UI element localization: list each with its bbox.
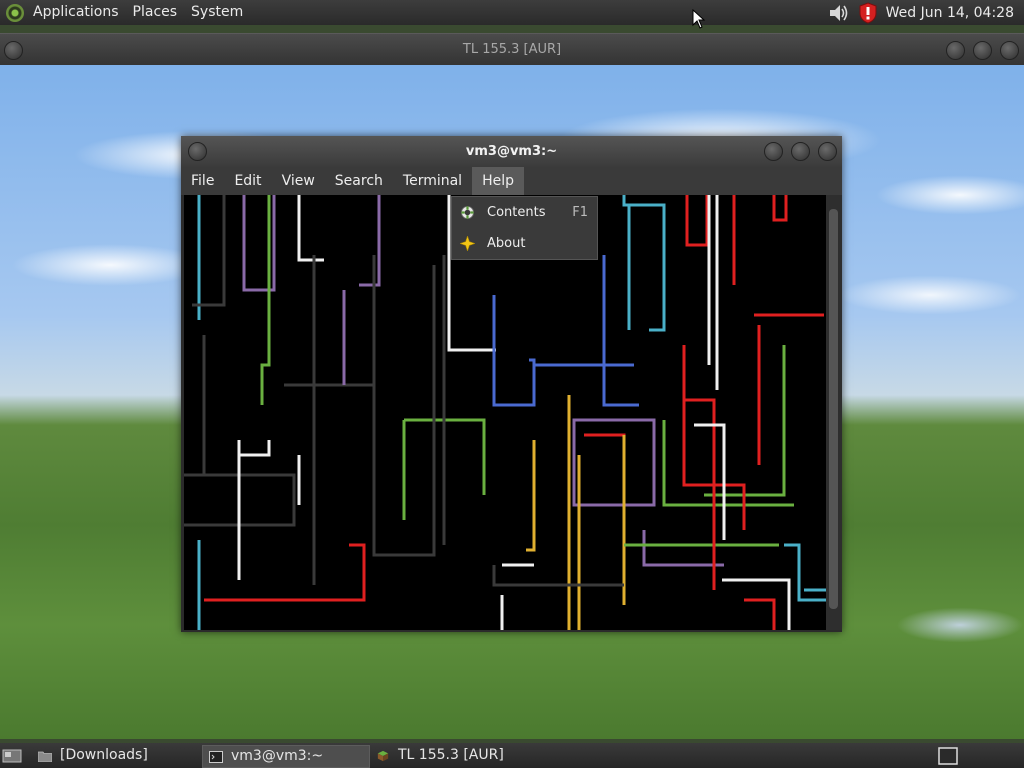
clock[interactable]: Wed Jun 14, 04:28 [878,5,1024,21]
pipe-segment [722,578,791,630]
top-panel: Applications Places System Wed Jun 14, 0… [0,0,1024,25]
pipe-segment [772,195,788,222]
distro-logo-icon[interactable] [6,3,24,22]
close-button[interactable] [1000,41,1019,60]
volume-icon[interactable] [828,3,850,23]
pipes-screensaver-graphic [184,195,826,630]
lifebuoy-icon [460,205,475,220]
grass-block-icon [377,750,389,761]
taskbar-item-terminal[interactable]: vm3@vm3:~ [202,745,370,768]
pipe-segment [642,530,724,567]
pipe-segment [694,423,726,540]
pipe-segment [492,295,536,407]
terminal-icon [209,750,223,763]
pipe-segment [584,433,626,587]
terminal-menubar: File Edit View Search Terminal Help [181,167,842,195]
pipe-segment [744,598,776,630]
taskbar-item-label: TL 155.3 [AUR] [398,747,504,763]
shield-icon[interactable] [858,1,878,24]
menu-view[interactable]: View [272,167,325,195]
help-about-item[interactable]: About [452,228,597,259]
pipe-segment [260,195,271,405]
terminal-titlebar[interactable]: vm3@vm3:~ [181,136,842,167]
terminal-title: vm3@vm3:~ [465,144,558,159]
places-menu[interactable]: Places [126,0,185,25]
show-desktop-icon[interactable] [2,748,22,764]
workspace-switcher-icon[interactable] [938,747,958,765]
pipe-segment [204,543,366,602]
help-contents-label: Contents [487,205,546,220]
background-window-title: TL 155.3 [AUR] [462,42,562,57]
mouse-pointer-icon [692,9,706,29]
pipe-segment [297,195,324,262]
window-menu-button[interactable] [4,41,23,60]
pipe-segment [526,440,536,552]
help-about-label: About [487,236,526,251]
pipe-segment [359,195,381,287]
window-menu-button[interactable] [188,142,207,161]
maximize-button[interactable] [791,142,810,161]
pipe-segment [602,255,639,407]
close-button[interactable] [818,142,837,161]
help-menu-dropdown: Contents F1 About [451,196,598,260]
pipe-segment [192,195,226,307]
pipe-segment [572,418,656,507]
minimize-button[interactable] [946,41,965,60]
menu-terminal[interactable]: Terminal [393,167,472,195]
menu-edit[interactable]: Edit [224,167,271,195]
terminal-scrollbar[interactable] [826,195,842,630]
taskbar-item-label: [Downloads] [60,747,148,763]
help-contents-item[interactable]: Contents F1 [452,197,597,228]
taskbar-item-game[interactable]: TL 155.3 [AUR] [370,745,540,766]
menu-file[interactable]: File [181,167,224,195]
pipe-segment [492,565,624,587]
taskbar-item-downloads[interactable]: [Downloads] [32,745,198,766]
menu-search[interactable]: Search [325,167,393,195]
minimize-button[interactable] [764,142,783,161]
menu-help[interactable]: Help [472,167,524,195]
scrollbar-thumb[interactable] [829,209,838,609]
terminal-output[interactable] [184,195,826,630]
background-window-titlebar[interactable]: TL 155.3 [AUR] [0,33,1024,66]
taskbar-item-label: vm3@vm3:~ [231,748,324,764]
pipe-segment [685,195,709,247]
pipe-segment [237,440,271,580]
applications-menu[interactable]: Applications [26,0,126,25]
star-icon [460,236,475,251]
bottom-panel: [Downloads] vm3@vm3:~ TL 155.3 [AUR] [0,743,1024,768]
system-menu[interactable]: System [184,0,250,25]
maximize-button[interactable] [973,41,992,60]
folder-icon [38,751,52,762]
help-contents-shortcut: F1 [572,205,588,220]
